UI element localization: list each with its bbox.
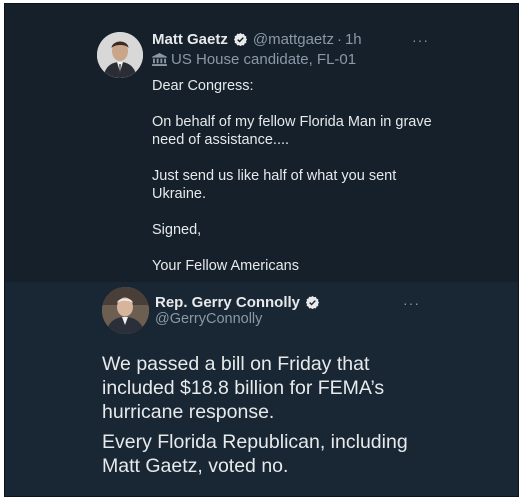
government-building-icon (152, 53, 167, 66)
tweet-gaetz[interactable]: Matt Gaetz @mattgaetz · 1h ··· US House … (5, 4, 518, 282)
tweet-paragraph: Just send us like half of what you sent … (152, 168, 397, 202)
separator-dot: · (336, 31, 342, 48)
tweet-paragraph: We passed a bill on Friday that included… (102, 353, 385, 423)
author-handle[interactable]: @mattgaetz (253, 31, 334, 48)
verified-badge-icon (233, 32, 247, 47)
author-name[interactable]: Rep. Gerry Connolly (155, 294, 300, 311)
tweet-paragraph: Your Fellow Americans (152, 258, 299, 274)
author-name[interactable]: Matt Gaetz (152, 31, 228, 48)
tweet-paragraph: Signed, (152, 222, 202, 238)
affiliation-text: US House candidate, FL-01 (171, 51, 357, 68)
tweet-screenshot: Matt Gaetz @mattgaetz · 1h ··· US House … (4, 3, 519, 497)
tweet-body-gaetz: Dear Congress: On behalf of my fellow Fl… (152, 77, 442, 293)
affiliation-label: US House candidate, FL-01 (152, 51, 356, 68)
avatar-gaetz[interactable] (97, 32, 143, 78)
more-horizontal-icon[interactable]: ··· (412, 32, 429, 48)
author-row-gaetz: Matt Gaetz @mattgaetz · 1h (152, 31, 362, 48)
tweet-paragraph: Every Florida Republican, including Matt… (102, 431, 408, 477)
author-handle[interactable]: @GerryConnolly (155, 311, 262, 327)
tweet-body-connolly: We passed a bill on Friday that included… (102, 352, 432, 484)
tweet-paragraph: On behalf of my fellow Florida Man in gr… (152, 114, 432, 148)
author-row-connolly: Rep. Gerry Connolly (155, 294, 320, 311)
verified-badge-icon (305, 295, 320, 310)
avatar-connolly[interactable] (102, 287, 149, 334)
tweet-connolly[interactable]: Rep. Gerry Connolly ··· @GerryConnolly W… (5, 282, 518, 496)
tweet-time[interactable]: 1h (345, 31, 362, 48)
more-horizontal-icon[interactable]: ··· (403, 295, 420, 311)
tweet-paragraph: Dear Congress: (152, 78, 254, 94)
